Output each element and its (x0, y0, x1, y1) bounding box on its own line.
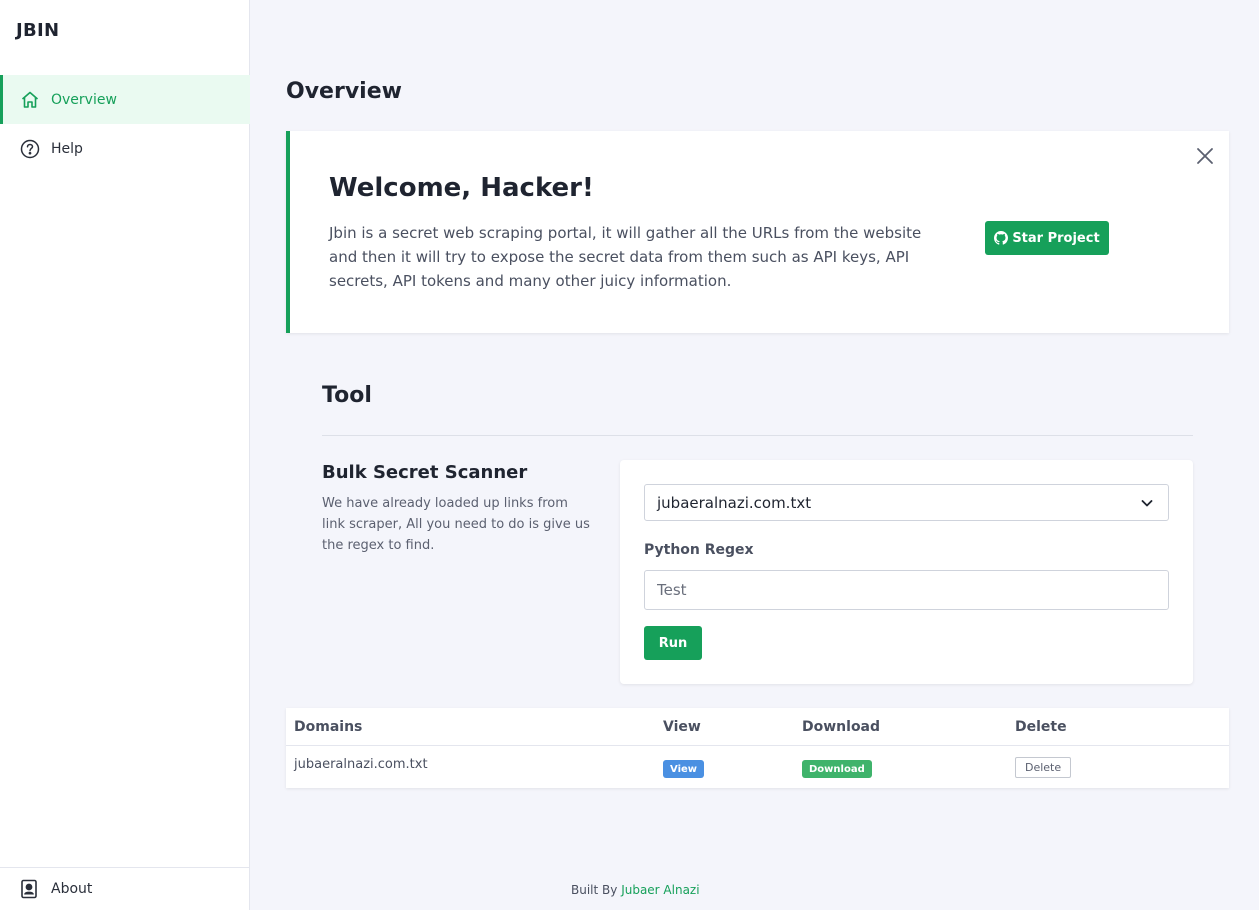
welcome-text: Jbin is a secret web scraping portal, it… (329, 224, 922, 290)
tool-title: Tool (322, 383, 372, 408)
sidebar-item-overview[interactable]: Overview (0, 75, 250, 124)
file-select[interactable]: jubaeralnazi.com.txt (644, 484, 1169, 521)
scanner-title: Bulk Secret Scanner (322, 462, 528, 483)
column-header-download: Download (802, 719, 881, 735)
view-button[interactable]: View (663, 760, 705, 778)
page-title: Overview (286, 79, 402, 104)
chevron-down-icon (1140, 496, 1154, 510)
sidebar: JBIN Overview Help About (0, 0, 250, 910)
question-circle-icon (20, 139, 40, 159)
sidebar-item-about[interactable]: About (0, 867, 250, 910)
welcome-card: Welcome, Hacker! Jbin is a secret web sc… (286, 131, 1229, 333)
scanner-description: We have already loaded up links from lin… (322, 496, 590, 553)
table-header-divider (286, 745, 1229, 746)
sidebar-item-label: Overview (51, 91, 117, 108)
file-select-value: jubaeralnazi.com.txt (657, 493, 812, 512)
page-footer: Built By Jubaer Alnazi (571, 883, 700, 897)
run-button[interactable]: Run (644, 626, 702, 660)
sidebar-item-help[interactable]: Help (0, 124, 250, 173)
domain-cell: jubaeralnazi.com.txt (294, 757, 428, 772)
domains-table: Domains View Download Delete jubaeralnaz… (286, 708, 1229, 788)
download-button[interactable]: Download (802, 760, 872, 778)
delete-button[interactable]: Delete (1015, 757, 1072, 778)
star-project-label: Star Project (1012, 230, 1100, 246)
star-project-button[interactable]: Star Project (985, 221, 1109, 255)
column-header-view: View (663, 719, 701, 735)
home-icon (20, 90, 40, 110)
regex-input[interactable] (644, 570, 1169, 610)
close-icon[interactable] (1195, 146, 1215, 166)
divider (322, 435, 1193, 436)
author-link[interactable]: Jubaer Alnazi (621, 883, 699, 897)
sidebar-item-label: Help (51, 140, 83, 157)
brand-logo[interactable]: JBIN (16, 20, 59, 41)
welcome-title: Welcome, Hacker! (329, 173, 594, 203)
footer-prefix: Built By (571, 883, 618, 897)
scanner-form: jubaeralnazi.com.txt Python Regex Run (620, 460, 1193, 684)
column-header-delete: Delete (1015, 719, 1067, 735)
sidebar-item-label: About (51, 881, 93, 897)
column-header-domains: Domains (294, 719, 363, 735)
regex-label: Python Regex (644, 542, 754, 558)
github-icon (994, 231, 1009, 245)
contact-card-icon (20, 879, 38, 899)
